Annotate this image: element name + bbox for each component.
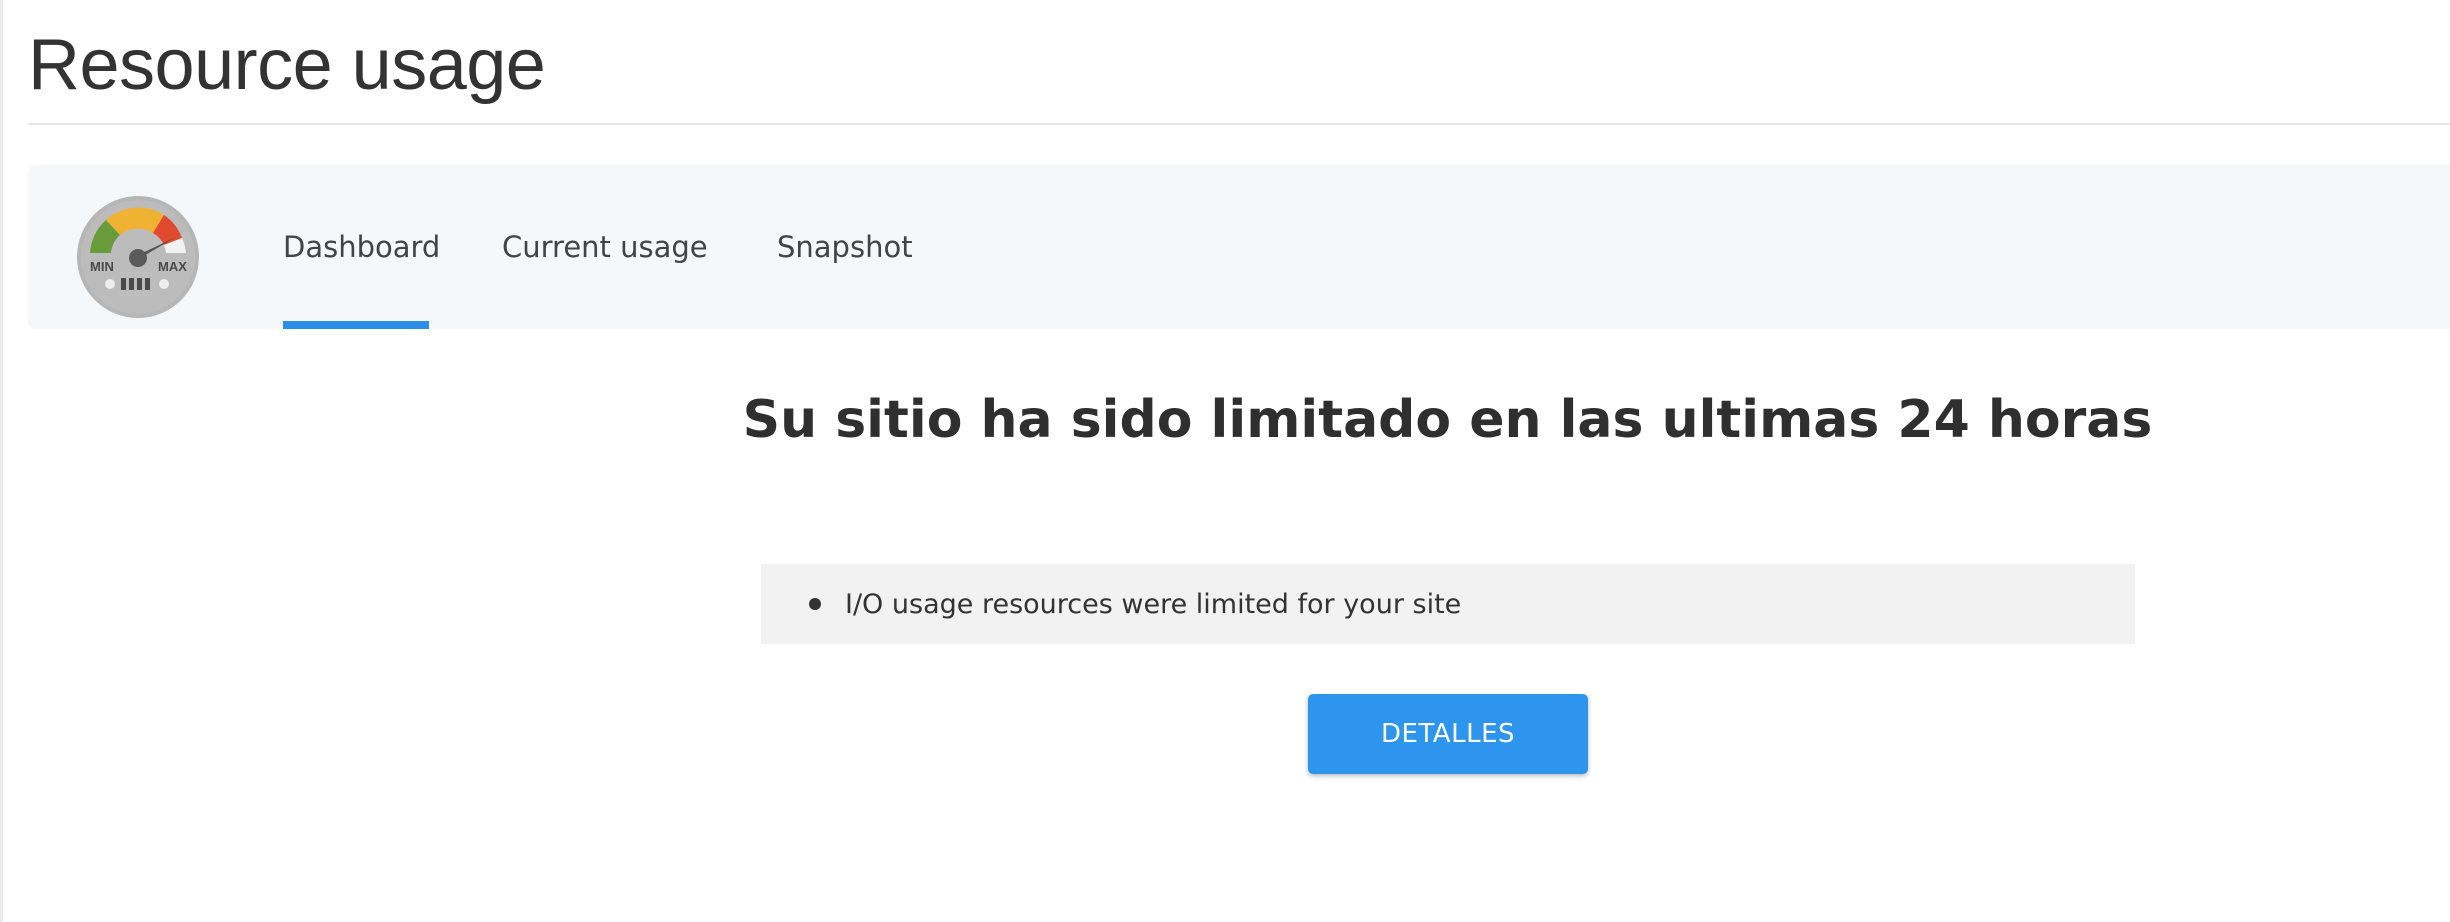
limit-notice-box: I/O usage resources were limited for you…	[761, 564, 2135, 644]
limit-notice-list: I/O usage resources were limited for you…	[761, 589, 1461, 620]
page-header: Resource usage	[28, 0, 2450, 125]
details-button[interactable]: DETALLES	[1308, 694, 1588, 774]
gauge-max-label: MAX	[158, 259, 187, 274]
gauge-min-label: MIN	[90, 259, 114, 274]
tab-dashboard[interactable]: Dashboard	[283, 165, 440, 329]
tab-snapshot[interactable]: Snapshot	[777, 165, 913, 329]
page-left-edge	[0, 0, 3, 922]
page-title: Resource usage	[28, 25, 546, 105]
resource-usage-nav: MIN MAX Dashboard Current usage Snapshot	[28, 165, 2450, 329]
list-item: I/O usage resources were limited for you…	[809, 589, 1461, 620]
tab-current-usage[interactable]: Current usage	[502, 165, 708, 329]
speedometer-gauge-icon: MIN MAX	[77, 196, 199, 318]
limit-heading: Su sitio ha sido limitado en las ultimas…	[742, 390, 2153, 450]
nav-tabs: Dashboard Current usage Snapshot	[283, 165, 913, 329]
bullet-icon	[809, 598, 821, 610]
notice-text: I/O usage resources were limited for you…	[845, 588, 1462, 620]
